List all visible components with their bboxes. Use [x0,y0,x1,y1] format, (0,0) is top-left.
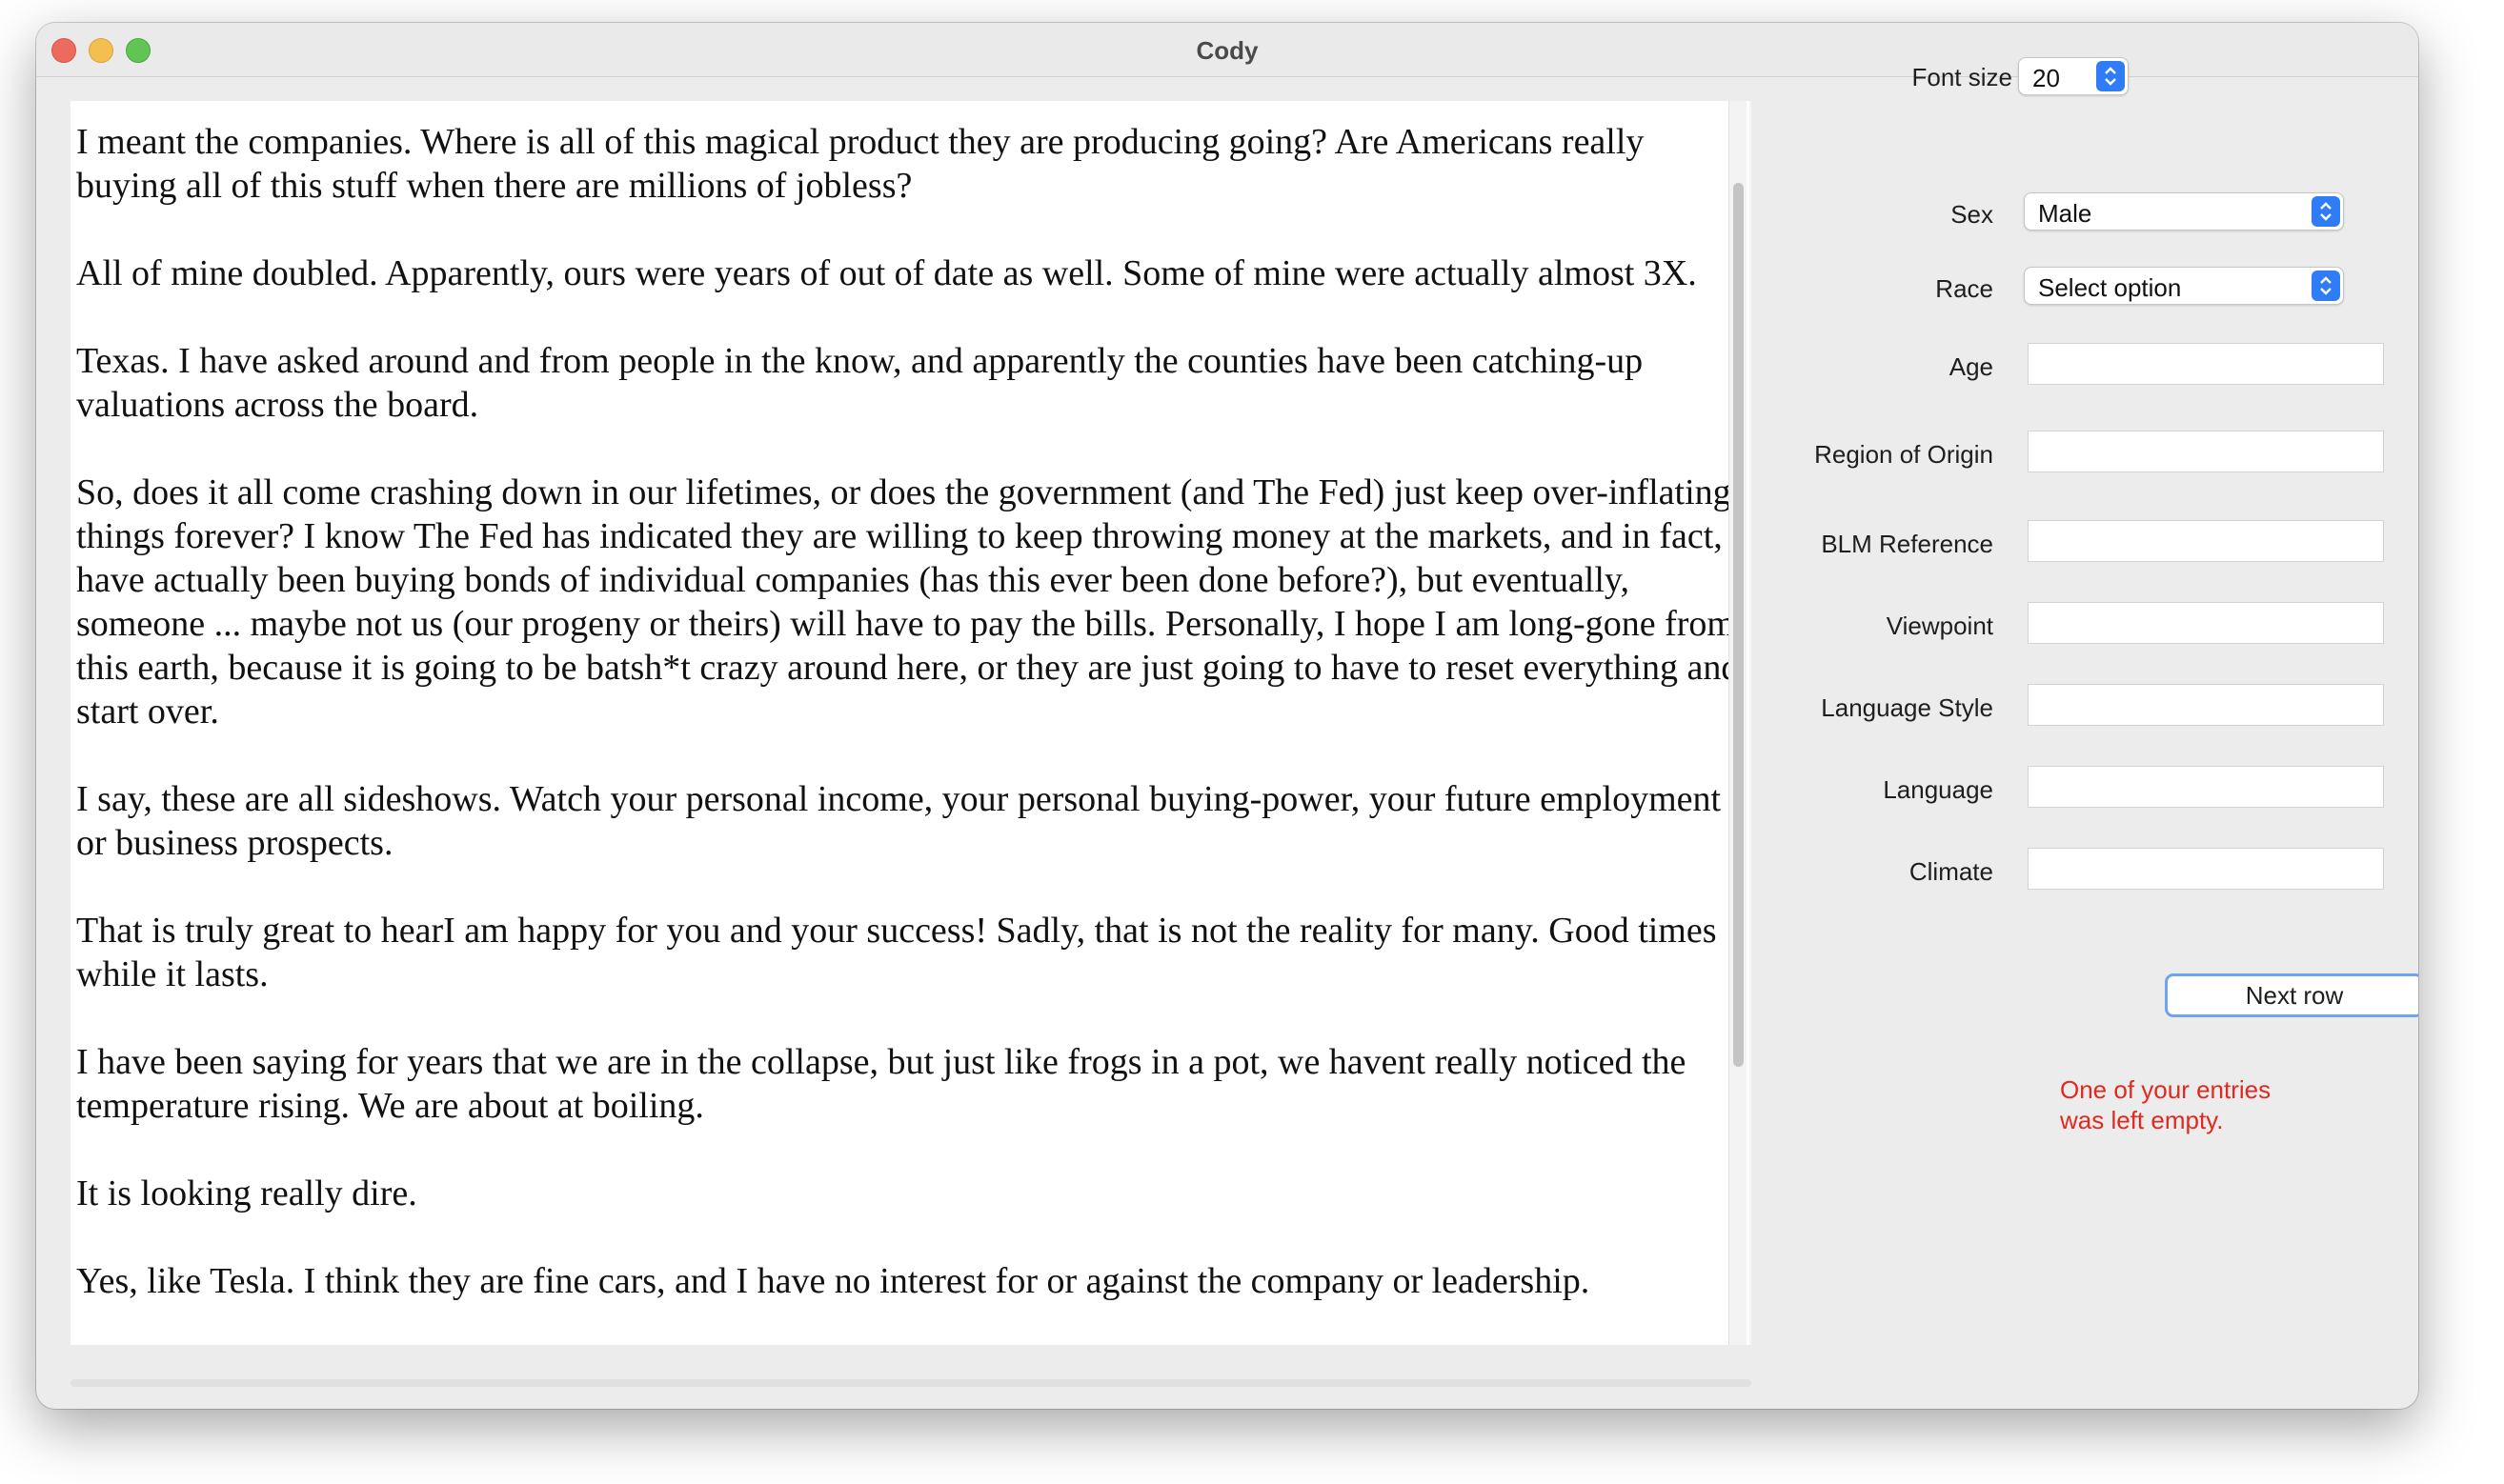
error-message: One of your entries was left empty. [2060,1074,2308,1135]
font-size-label: Font size [1911,63,2013,91]
language-style-label: Language Style [1821,693,1993,722]
horizontal-scrollbar[interactable] [71,1379,1751,1387]
age-label: Age [1949,352,1993,381]
paragraph: I say, these are all sideshows. Watch yo… [76,779,1722,863]
vertical-scrollbar-thumb[interactable] [1733,183,1744,1067]
text-pane[interactable]: I meant the companies. Where is all of t… [71,101,1751,1345]
race-label: Race [1935,274,1993,303]
paragraph: Yes, like Tesla. I think they are fine c… [76,1261,1590,1301]
chevron-up-down-icon [2312,196,2340,227]
vertical-scrollbar[interactable] [1728,101,1747,1345]
viewpoint-label: Viewpoint [1886,612,1993,640]
error-message-line: was left empty. [2060,1106,2224,1134]
region-of-origin-field[interactable] [2028,431,2384,472]
viewpoint-field[interactable] [2028,602,2384,644]
climate-field[interactable] [2028,848,2384,890]
sex-value: Male [2038,199,2092,228]
error-message-line: One of your entries [2060,1075,2272,1104]
race-select[interactable]: Select option [2024,267,2344,305]
paragraph: It is looking really dire. [76,1173,417,1213]
paragraph: That is truly great to hearI am happy fo… [76,911,1717,994]
next-row-button[interactable]: Next row [2165,973,2418,1017]
text-content[interactable]: I meant the companies. Where is all of t… [71,101,1749,1345]
sex-select[interactable]: Male [2024,192,2344,231]
blm-reference-field[interactable] [2028,520,2384,562]
blm-reference-label: BLM Reference [1821,530,1993,558]
font-size-stepper[interactable]: 20 [2018,57,2129,95]
paragraph: Texas. I have asked around and from peop… [76,341,1644,425]
chevron-up-down-icon[interactable] [2096,61,2125,91]
paragraph: I have been saying for years that we are… [76,1042,1686,1126]
race-value: Select option [2038,273,2182,302]
language-field[interactable] [2028,766,2384,808]
language-style-field[interactable] [2028,684,2384,726]
app-window: Cody I meant the companies. Where is all… [36,23,2418,1409]
climate-label: Climate [1908,857,1993,886]
paragraph: I meant the companies. Where is all of t… [76,122,1645,206]
paragraph: So, does it all come crashing down in ou… [76,472,1740,732]
sex-label: Sex [1950,200,1993,229]
region-of-origin-label: Region of Origin [1814,440,1993,469]
language-label: Language [1883,775,1993,804]
font-size-value: 20 [2032,64,2060,92]
age-field[interactable] [2028,343,2384,385]
chevron-up-down-icon [2312,271,2340,301]
paragraph: All of mine doubled. Apparently, ours we… [76,253,1697,293]
